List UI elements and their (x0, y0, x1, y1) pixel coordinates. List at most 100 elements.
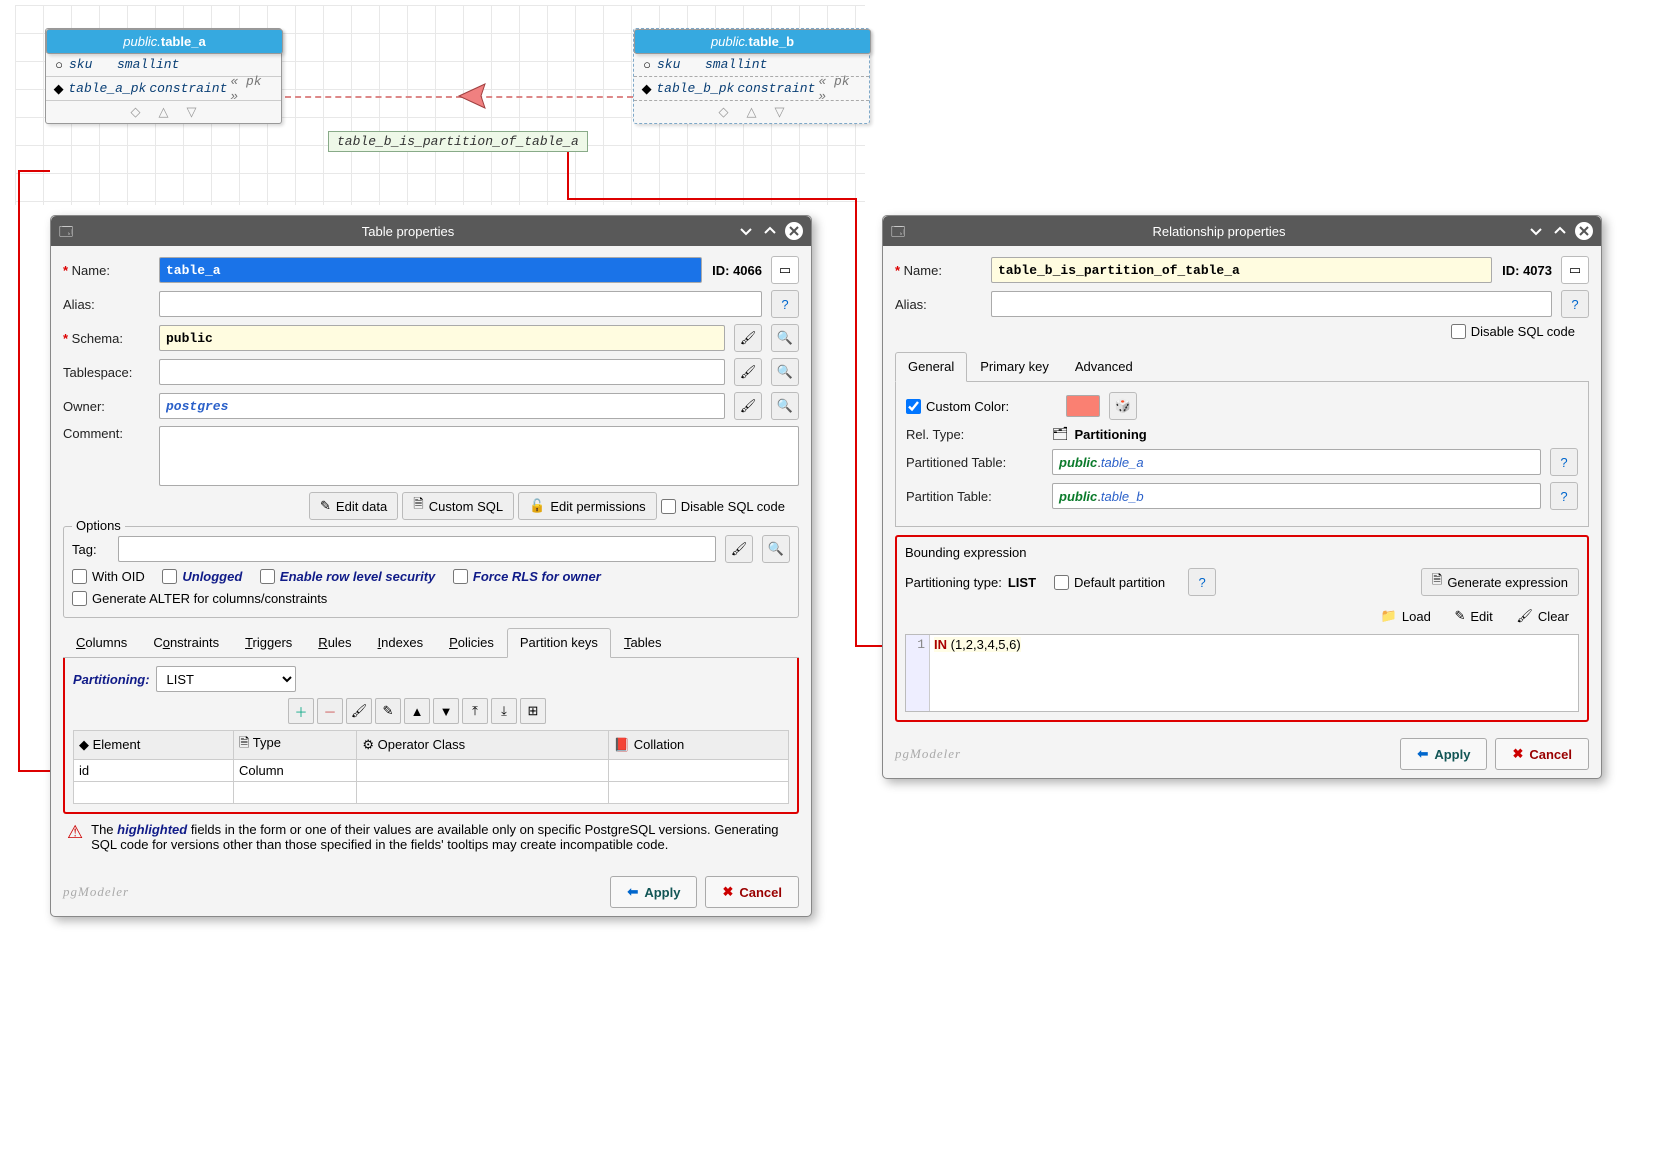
add-button[interactable]: ＋ (288, 698, 314, 724)
edit-permissions-button[interactable]: 🔓Edit permissions (518, 492, 657, 520)
clear-owner-button[interactable]: 🖌 (734, 392, 762, 420)
disable-sql-checkbox[interactable]: Disable SQL code (1451, 324, 1575, 339)
er-constraint-row[interactable]: ◆table_b_pkconstraint« pk » (634, 77, 869, 101)
generate-expression-button[interactable]: 🗎Generate expression (1421, 568, 1579, 596)
partition-keys-grid[interactable]: ◆ Element 🗎 Type ⚙ Operator Class 📕 Coll… (73, 730, 789, 804)
tab-constraints[interactable]: Constraints (140, 628, 232, 657)
columns-button[interactable]: ⊞ (520, 698, 546, 724)
table-row[interactable] (74, 782, 789, 804)
help-button[interactable]: ? (1188, 568, 1216, 596)
warning-note: ⚠ The highlighted fields in the form or … (63, 814, 799, 860)
collapse-button[interactable] (1527, 222, 1545, 240)
tab-columns[interactable]: Columns (63, 628, 140, 657)
edit-row-button[interactable]: ✎ (375, 698, 401, 724)
tab-policies[interactable]: Policies (436, 628, 507, 657)
cancel-button[interactable]: ✖Cancel (1495, 738, 1589, 770)
apply-button[interactable]: ⬅Apply (1400, 738, 1487, 770)
move-down-button[interactable]: ▼ (433, 698, 459, 724)
search-tag-button[interactable]: 🔍 (762, 535, 790, 563)
warning-icon: ⚠ (67, 822, 83, 852)
apply-icon: ⬅ (1417, 746, 1428, 762)
unlogged-checkbox[interactable]: Unlogged (162, 569, 242, 584)
tab-general[interactable]: General (895, 352, 967, 382)
expand-button[interactable] (761, 222, 779, 240)
apply-button[interactable]: ⬅Apply (610, 876, 697, 908)
disable-sql-checkbox[interactable]: Disable SQL code (661, 492, 785, 520)
rls-checkbox[interactable]: Enable row level security (260, 569, 435, 584)
tag-input[interactable] (118, 536, 716, 562)
name-input[interactable] (991, 257, 1492, 283)
move-bottom-button[interactable]: ⤓ (491, 698, 517, 724)
id-lookup-button[interactable]: ▭ (1561, 256, 1589, 284)
name-input[interactable] (159, 257, 702, 283)
alias-label: Alias: (63, 297, 153, 312)
tab-indexes[interactable]: Indexes (365, 628, 437, 657)
tab-advanced[interactable]: Advanced (1062, 352, 1146, 381)
expand-icon: ▽ (187, 104, 197, 120)
paint-button[interactable]: 🖌 (346, 698, 372, 724)
col-type-header[interactable]: 🗎 Type (233, 731, 356, 760)
help-button[interactable]: ? (1550, 482, 1578, 510)
id-lookup-button[interactable]: ▭ (771, 256, 799, 284)
clear-schema-button[interactable]: 🖌 (734, 324, 762, 352)
app-logo: pgModeler (63, 884, 129, 900)
custom-sql-button[interactable]: 🗎Custom SQL (402, 492, 514, 520)
tab-triggers[interactable]: Triggers (232, 628, 305, 657)
move-top-button[interactable]: ⤒ (462, 698, 488, 724)
search-owner-button[interactable]: 🔍 (771, 392, 799, 420)
clear-button[interactable]: 🖌Clear (1506, 602, 1579, 630)
col-element-header[interactable]: ◆ Element (74, 731, 234, 760)
partitioning-select[interactable]: LIST (156, 666, 296, 692)
cancel-icon: ✖ (1512, 746, 1523, 762)
doc-icon: 🗎 (1432, 571, 1442, 593)
tab-partition-keys[interactable]: Partition keys (507, 628, 611, 658)
custom-color-checkbox[interactable]: Custom Color: (906, 399, 1046, 414)
collapse-button[interactable] (737, 222, 755, 240)
remove-button[interactable]: － (317, 698, 343, 724)
color-swatch[interactable] (1066, 395, 1100, 417)
tab-primary-key[interactable]: Primary key (967, 352, 1062, 381)
col-collation-header[interactable]: 📕 Collation (608, 731, 788, 760)
diamond-icon: ◇ (131, 104, 141, 120)
connector (567, 152, 569, 200)
tab-rules[interactable]: Rules (305, 628, 364, 657)
tab-tables[interactable]: Tables (611, 628, 675, 657)
cancel-button[interactable]: ✖Cancel (705, 876, 799, 908)
er-constraint-row[interactable]: ◆table_a_pkconstraint« pk » (46, 77, 281, 101)
tag-label: Tag: (72, 542, 112, 557)
er-table-b[interactable]: public.table_b 🔑idserial« pk » ○skusmall… (633, 28, 870, 124)
tablespace-input[interactable] (159, 359, 725, 385)
col-opclass-header[interactable]: ⚙ Operator Class (357, 731, 609, 760)
expression-code-editor[interactable]: 1 IN (1,2,3,4,5,6) (905, 634, 1579, 712)
partitioning-type-icon: 🗂 (1052, 426, 1069, 442)
help-button[interactable]: ? (1561, 290, 1589, 318)
random-color-button[interactable]: 🎲 (1109, 392, 1137, 420)
edit-button[interactable]: ✎Edit (1444, 602, 1502, 630)
schema-input[interactable] (159, 325, 725, 351)
clear-tablespace-button[interactable]: 🖌 (734, 358, 762, 386)
help-button[interactable]: ? (771, 290, 799, 318)
search-schema-button[interactable]: 🔍 (771, 324, 799, 352)
er-table-a[interactable]: public.table_a 🔑idserial« pk » ○skusmall… (45, 28, 282, 124)
close-button[interactable] (1575, 222, 1593, 240)
pencil-icon: ✎ (320, 498, 331, 514)
alias-input[interactable] (991, 291, 1552, 317)
force-rls-checkbox[interactable]: Force RLS for owner (453, 569, 601, 584)
move-up-button[interactable]: ▲ (404, 698, 430, 724)
with-oid-checkbox[interactable]: With OID (72, 569, 145, 584)
relationship-name-label[interactable]: table_b_is_partition_of_table_a (328, 131, 588, 152)
reltype-value: Partitioning (1075, 427, 1147, 442)
owner-input[interactable] (159, 393, 725, 419)
gen-alter-checkbox[interactable]: Generate ALTER for columns/constraints (72, 591, 327, 606)
help-button[interactable]: ? (1550, 448, 1578, 476)
clear-tag-button[interactable]: 🖌 (725, 535, 753, 563)
comment-input[interactable] (159, 426, 799, 486)
expand-button[interactable] (1551, 222, 1569, 240)
search-tablespace-button[interactable]: 🔍 (771, 358, 799, 386)
default-partition-checkbox[interactable]: Default partition (1054, 575, 1165, 590)
close-button[interactable] (785, 222, 803, 240)
edit-data-button[interactable]: ✎Edit data (309, 492, 398, 520)
table-row[interactable]: idColumn (74, 760, 789, 782)
load-button[interactable]: 📁Load (1371, 602, 1441, 630)
alias-input[interactable] (159, 291, 762, 317)
